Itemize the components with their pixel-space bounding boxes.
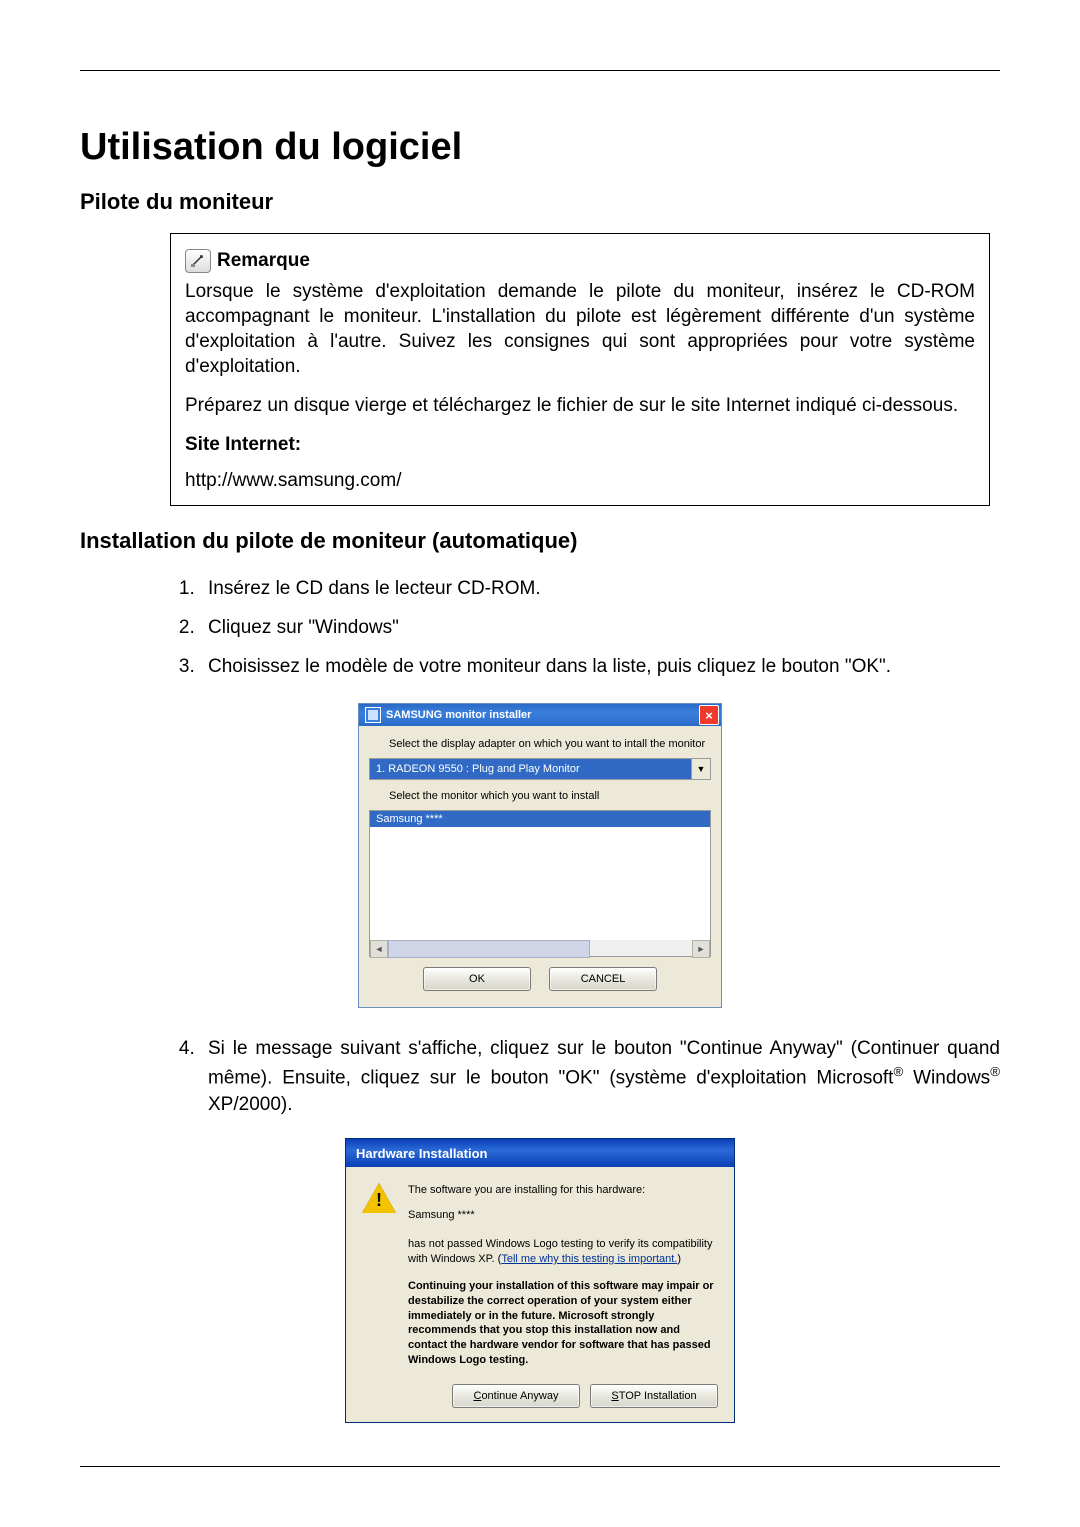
bottom-rule (80, 1466, 1000, 1467)
scroll-right-icon[interactable]: ► (692, 940, 710, 958)
chevron-down-icon[interactable]: ▼ (691, 759, 710, 779)
step-1: Insérez le CD dans le lecteur CD-ROM. (200, 572, 1000, 605)
hw-logo-test-text: has not passed Windows Logo testing to v… (408, 1237, 718, 1267)
horizontal-scrollbar[interactable]: ◄ ► (370, 940, 710, 956)
section-heading-install-auto: Installation du pilote de moniteur (auto… (80, 528, 1000, 554)
scrollbar-thumb[interactable] (388, 940, 590, 958)
page-title: Utilisation du logiciel (80, 126, 1000, 169)
site-url[interactable]: http://www.samsung.com/ (185, 468, 975, 493)
dialog2-title-text: Hardware Installation (356, 1146, 487, 1161)
note-title: Remarque (217, 248, 310, 273)
hw-device-name: Samsung **** (408, 1208, 718, 1223)
note-header: Remarque (185, 248, 975, 273)
listbox-selected-item[interactable]: Samsung **** (370, 811, 710, 827)
step-3: Choisissez le modèle de votre moniteur d… (200, 650, 1000, 683)
dialog-body: Select the display adapter on which you … (359, 726, 721, 997)
adapter-select-label: Select the display adapter on which you … (389, 738, 711, 750)
dialog-button-row: OK CANCEL (369, 967, 711, 991)
samsung-installer-dialog: SAMSUNG monitor installer × Select the d… (358, 703, 722, 1008)
monitor-select-label: Select the monitor which you want to ins… (389, 790, 711, 802)
hardware-installation-dialog: Hardware Installation ! The software you… (345, 1138, 735, 1422)
close-icon[interactable]: × (699, 705, 719, 725)
stop-installation-button[interactable]: STOP Installation (590, 1384, 718, 1408)
step-2: Cliquez sur "Windows" (200, 611, 1000, 644)
logo-test-link[interactable]: Tell me why this testing is important. (501, 1253, 677, 1265)
section-heading-pilote: Pilote du moniteur (80, 189, 1000, 215)
ok-button[interactable]: OK (423, 967, 531, 991)
hw-intro-line: The software you are installing for this… (408, 1183, 718, 1198)
monitor-listbox[interactable]: Samsung **** ◄ ► (369, 810, 711, 957)
note-icon (185, 249, 211, 273)
dialog-titlebar[interactable]: SAMSUNG monitor installer × (359, 704, 721, 726)
note-box: Remarque Lorsque le système d'exploitati… (170, 233, 990, 506)
dialog-frame: SAMSUNG monitor installer × Select the d… (358, 703, 722, 1008)
site-internet-label: Site Internet: (185, 432, 975, 457)
continue-anyway-button[interactable]: Continue Anyway (452, 1384, 580, 1408)
dialog2-button-row: Continue Anyway STOP Installation (346, 1374, 734, 1422)
dialog-title-text: SAMSUNG monitor installer (386, 709, 531, 721)
dialog2-body: ! The software you are installing for th… (346, 1167, 734, 1373)
dialog2-text: The software you are installing for this… (408, 1183, 718, 1367)
adapter-combobox[interactable]: 1. RADEON 9550 : Plug and Play Monitor ▼ (369, 758, 711, 780)
app-icon (365, 707, 381, 723)
dialog-frame-2: Hardware Installation ! The software you… (345, 1138, 735, 1422)
document-page: Utilisation du logiciel Pilote du monite… (0, 0, 1080, 1527)
dialog2-titlebar[interactable]: Hardware Installation (346, 1139, 734, 1167)
install-steps-list: Insérez le CD dans le lecteur CD-ROM. Cl… (200, 572, 1000, 684)
note-paragraph-1: Lorsque le système d'exploitation demand… (185, 279, 975, 379)
cancel-button[interactable]: CANCEL (549, 967, 657, 991)
install-steps-list-cont: Si le message suivant s'affiche, cliquez… (200, 1036, 1000, 1118)
hw-warning-paragraph: Continuing your installation of this sof… (408, 1279, 718, 1368)
top-rule (80, 70, 1000, 71)
warning-icon: ! (362, 1183, 396, 1213)
step-4: Si le message suivant s'affiche, cliquez… (200, 1036, 1000, 1118)
note-paragraph-2: Préparez un disque vierge et téléchargez… (185, 393, 975, 418)
scroll-left-icon[interactable]: ◄ (370, 940, 388, 958)
adapter-combo-value: 1. RADEON 9550 : Plug and Play Monitor (370, 761, 691, 777)
